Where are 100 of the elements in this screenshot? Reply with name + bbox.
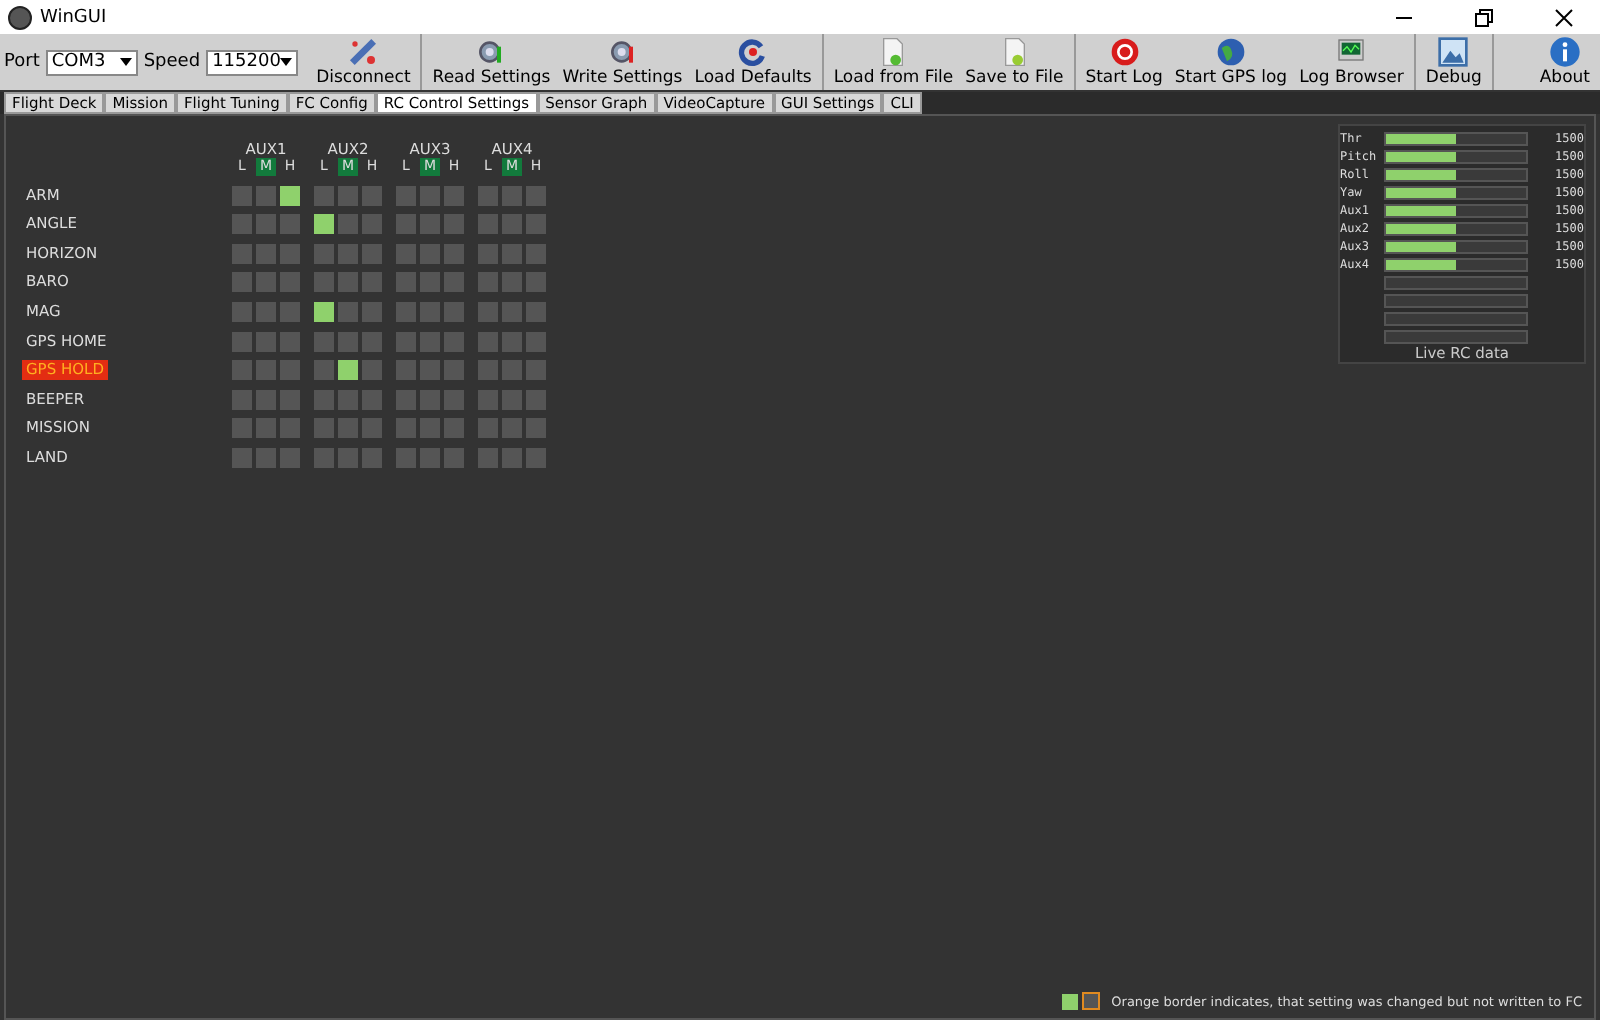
switch-cell[interactable]: [396, 447, 416, 468]
switch-cell[interactable]: [526, 243, 546, 264]
switch-cell[interactable]: [314, 214, 334, 235]
switch-cell[interactable]: [256, 389, 276, 410]
switch-cell[interactable]: [338, 243, 358, 264]
switch-cell[interactable]: [396, 418, 416, 439]
switch-cell[interactable]: [420, 214, 440, 235]
switch-cell[interactable]: [396, 185, 416, 206]
switch-cell[interactable]: [256, 331, 276, 352]
switch-cell[interactable]: [478, 418, 498, 439]
switch-cell[interactable]: [280, 214, 300, 235]
switch-cell[interactable]: [420, 360, 440, 381]
switch-cell[interactable]: [502, 214, 522, 235]
switch-cell[interactable]: [478, 331, 498, 352]
switch-cell[interactable]: [338, 272, 358, 293]
switch-cell[interactable]: [256, 214, 276, 235]
switch-cell[interactable]: [314, 272, 334, 293]
port-dropdown[interactable]: COM3: [45, 49, 138, 75]
switch-cell[interactable]: [526, 272, 546, 293]
switch-cell[interactable]: [502, 418, 522, 439]
switch-cell[interactable]: [280, 360, 300, 381]
switch-cell[interactable]: [280, 331, 300, 352]
switch-cell[interactable]: [444, 214, 464, 235]
switch-cell[interactable]: [444, 418, 464, 439]
switch-cell[interactable]: [280, 185, 300, 206]
switch-cell[interactable]: [502, 185, 522, 206]
switch-cell[interactable]: [478, 301, 498, 322]
about-button[interactable]: About: [1533, 34, 1596, 90]
toolbar-button[interactable]: Log Browser: [1293, 34, 1410, 90]
switch-cell[interactable]: [478, 214, 498, 235]
switch-cell[interactable]: [420, 418, 440, 439]
switch-cell[interactable]: [256, 301, 276, 322]
switch-cell[interactable]: [280, 389, 300, 410]
switch-cell[interactable]: [280, 418, 300, 439]
switch-cell[interactable]: [478, 243, 498, 264]
switch-cell[interactable]: [338, 389, 358, 410]
switch-cell[interactable]: [362, 447, 382, 468]
switch-cell[interactable]: [256, 447, 276, 468]
speed-dropdown[interactable]: 115200: [206, 49, 299, 75]
toolbar-button[interactable]: Save to File: [959, 34, 1070, 90]
switch-cell[interactable]: [338, 418, 358, 439]
switch-cell[interactable]: [396, 389, 416, 410]
toolbar-button[interactable]: Load from File: [827, 34, 960, 90]
switch-cell[interactable]: [314, 418, 334, 439]
switch-cell[interactable]: [338, 447, 358, 468]
switch-cell[interactable]: [420, 185, 440, 206]
switch-cell[interactable]: [396, 272, 416, 293]
switch-cell[interactable]: [314, 447, 334, 468]
switch-cell[interactable]: [396, 301, 416, 322]
toolbar-button[interactable]: Start Log: [1079, 34, 1169, 90]
switch-cell[interactable]: [362, 360, 382, 381]
switch-cell[interactable]: [444, 301, 464, 322]
toolbar-button[interactable]: Write Settings: [556, 34, 689, 90]
switch-cell[interactable]: [362, 185, 382, 206]
switch-cell[interactable]: [338, 214, 358, 235]
switch-cell[interactable]: [362, 214, 382, 235]
switch-cell[interactable]: [478, 389, 498, 410]
switch-cell[interactable]: [314, 389, 334, 410]
switch-cell[interactable]: [396, 331, 416, 352]
switch-cell[interactable]: [338, 301, 358, 322]
switch-cell[interactable]: [314, 360, 334, 381]
switch-cell[interactable]: [526, 389, 546, 410]
toolbar-button[interactable]: Read Settings: [426, 34, 557, 90]
switch-cell[interactable]: [232, 243, 252, 264]
switch-cell[interactable]: [362, 331, 382, 352]
switch-cell[interactable]: [526, 301, 546, 322]
switch-cell[interactable]: [280, 301, 300, 322]
switch-cell[interactable]: [444, 243, 464, 264]
switch-cell[interactable]: [232, 331, 252, 352]
switch-cell[interactable]: [362, 243, 382, 264]
switch-cell[interactable]: [232, 272, 252, 293]
toolbar-button[interactable]: Debug: [1419, 34, 1488, 90]
switch-cell[interactable]: [526, 447, 546, 468]
switch-cell[interactable]: [444, 272, 464, 293]
switch-cell[interactable]: [502, 243, 522, 264]
switch-cell[interactable]: [362, 389, 382, 410]
switch-cell[interactable]: [232, 360, 252, 381]
switch-cell[interactable]: [314, 185, 334, 206]
switch-cell[interactable]: [420, 389, 440, 410]
switch-cell[interactable]: [362, 418, 382, 439]
switch-cell[interactable]: [280, 272, 300, 293]
switch-cell[interactable]: [444, 447, 464, 468]
switch-cell[interactable]: [478, 447, 498, 468]
switch-cell[interactable]: [526, 331, 546, 352]
switch-cell[interactable]: [314, 243, 334, 264]
switch-cell[interactable]: [314, 331, 334, 352]
switch-cell[interactable]: [232, 418, 252, 439]
toolbar-button[interactable]: Disconnect: [310, 34, 417, 90]
switch-cell[interactable]: [478, 272, 498, 293]
toolbar-button[interactable]: Load Defaults: [688, 34, 818, 90]
switch-cell[interactable]: [338, 185, 358, 206]
switch-cell[interactable]: [526, 360, 546, 381]
switch-cell[interactable]: [232, 447, 252, 468]
toolbar-button[interactable]: Start GPS log: [1168, 34, 1294, 90]
switch-cell[interactable]: [444, 331, 464, 352]
switch-cell[interactable]: [280, 447, 300, 468]
switch-cell[interactable]: [338, 331, 358, 352]
switch-cell[interactable]: [420, 243, 440, 264]
switch-cell[interactable]: [444, 360, 464, 381]
switch-cell[interactable]: [502, 331, 522, 352]
